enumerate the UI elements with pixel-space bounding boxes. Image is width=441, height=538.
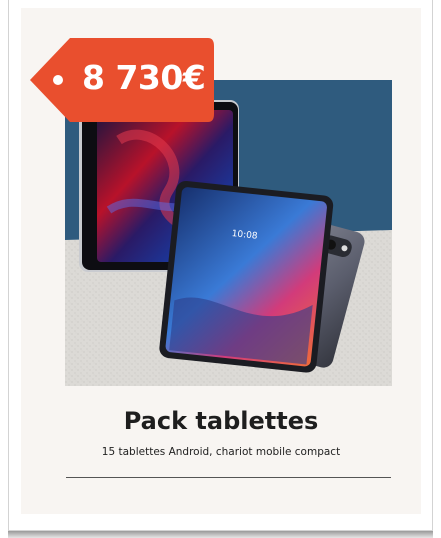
price-tag: 8 730€ <box>24 38 214 122</box>
product-subtitle: 15 tablettes Android, chariot mobile com… <box>101 446 341 458</box>
product-image[interactable]: 10:08 <box>65 80 392 386</box>
price-label: 8 730€ <box>82 58 206 97</box>
tag-hole-icon <box>53 75 63 85</box>
tablets-illustration: 10:08 <box>65 80 392 386</box>
product-title: Pack tablettes <box>123 407 319 435</box>
frame-bottom-shadow <box>8 531 433 538</box>
divider <box>66 477 391 478</box>
